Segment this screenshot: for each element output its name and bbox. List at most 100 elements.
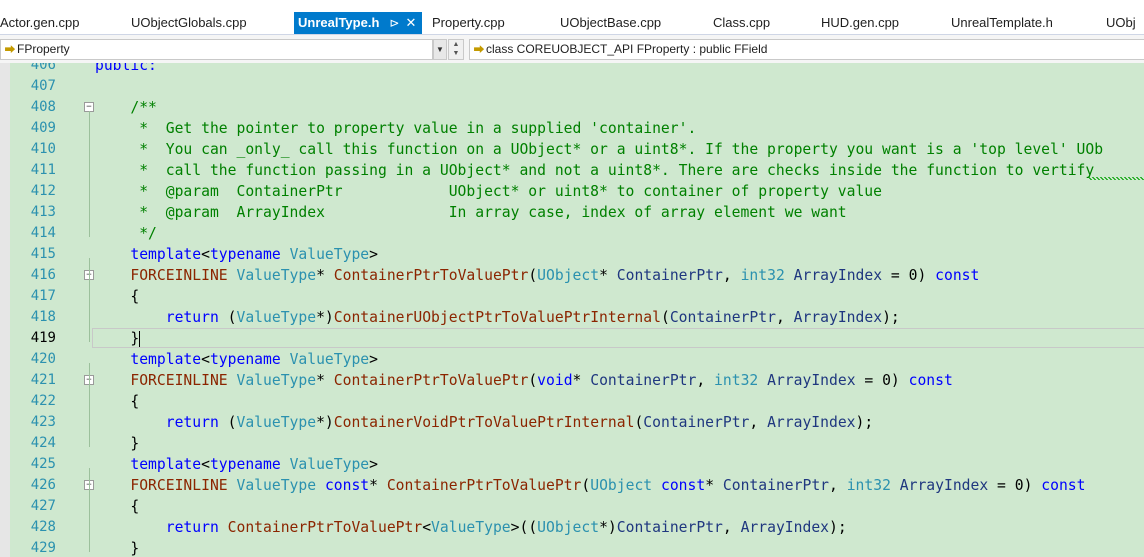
line-number: 419 xyxy=(30,330,56,346)
code-line[interactable]: 412 * @param ContainerPtr UObject* or ui… xyxy=(0,181,1144,202)
code-token: ArrayIndex xyxy=(767,414,856,431)
code-token: ( xyxy=(660,309,670,326)
code-line[interactable]: 420 template<typename ValueType> xyxy=(0,349,1144,370)
code-line[interactable]: 415 template<typename ValueType> xyxy=(0,244,1144,265)
split-spinner[interactable]: ▲ ▼ xyxy=(448,39,464,60)
code-token: > xyxy=(369,456,378,473)
code-token: ( xyxy=(218,414,237,431)
code-line[interactable]: 407 xyxy=(0,76,1144,97)
code-line[interactable]: 428 return ContainerPtrToValuePtr<ValueT… xyxy=(0,517,1144,538)
code-token: ContainerPtr xyxy=(643,414,750,431)
code-text: * You can _only_ call this function on a… xyxy=(95,139,1103,160)
code-token: UObject xyxy=(537,519,600,536)
code-token: * xyxy=(316,267,334,284)
scope-icon: ⮕ xyxy=(4,44,16,56)
code-token: */ xyxy=(95,225,157,242)
pin-icon[interactable]: ⊳ xyxy=(389,16,399,30)
code-token: } xyxy=(95,435,140,452)
tab-unrealtype-h[interactable]: UnrealType.h ⊳ ✕ xyxy=(294,12,423,34)
code-token: ContainerPtrToValuePtr xyxy=(386,477,582,494)
code-line[interactable]: 422 { xyxy=(0,391,1144,412)
code-line[interactable]: 429 } xyxy=(0,538,1144,557)
member-icon: ⮕ xyxy=(473,44,485,56)
tab-label: UnrealType.h xyxy=(298,15,380,30)
line-number: 421 xyxy=(30,372,56,388)
code-token: const xyxy=(935,267,980,284)
code-line[interactable]: 406 public: xyxy=(0,63,1144,76)
code-token: template xyxy=(130,351,202,368)
tab-uobjectbase-cpp[interactable]: UObjectBase.cpp xyxy=(560,12,661,34)
code-line[interactable]: 417 { xyxy=(0,286,1144,307)
spelling-squiggle xyxy=(1088,177,1144,180)
tab-property-cpp[interactable]: Property.cpp xyxy=(432,12,505,34)
code-token: ); xyxy=(855,414,874,431)
line-number: 411 xyxy=(30,162,56,178)
code-line[interactable]: 419 } xyxy=(0,328,1144,349)
code-token: FORCEINLINE xyxy=(130,372,228,389)
code-token: const xyxy=(1041,477,1086,494)
code-text: * @param ContainerPtr UObject* or uint8*… xyxy=(95,181,882,202)
line-number: 407 xyxy=(30,78,56,94)
tab-label: UObj xyxy=(1106,15,1136,30)
code-token: { xyxy=(95,498,140,515)
code-line[interactable]: 418 return (ValueType*)ContainerUObjectP… xyxy=(0,307,1144,328)
tab-label: HUD.gen.cpp xyxy=(821,15,900,30)
code-token: ValueType xyxy=(289,351,370,368)
code-token: FORCEINLINE xyxy=(130,267,228,284)
tab-class-cpp[interactable]: Class.cpp xyxy=(713,12,770,34)
code-token: public: xyxy=(95,63,157,74)
line-number: 409 xyxy=(30,120,56,136)
tab-actor-gen-cpp[interactable]: Actor.gen.cpp xyxy=(0,12,80,34)
code-line[interactable]: 410 * You can _only_ call this function … xyxy=(0,139,1144,160)
code-editor[interactable]: 406 public: 407 408− /** 409 * Get the point… xyxy=(0,63,1144,557)
code-line[interactable]: 409 * Get the pointer to property value … xyxy=(0,118,1144,139)
code-token: * Get the pointer to property value in a… xyxy=(95,120,697,137)
tab-hud-gen-cpp[interactable]: HUD.gen.cpp xyxy=(821,12,899,34)
tab-unrealtemplate-h[interactable]: UnrealTemplate.h xyxy=(951,12,1053,34)
code-token: ContainerVoidPtrToValuePtrInternal xyxy=(333,414,635,431)
code-line[interactable]: 413 * @param ArrayIndex In array case, i… xyxy=(0,202,1144,223)
code-text: * Get the pointer to property value in a… xyxy=(95,118,696,139)
code-line[interactable]: 411 * call the function passing in a UOb… xyxy=(0,160,1144,181)
code-text: return ContainerPtrToValuePtr<ValueType>… xyxy=(95,517,847,538)
code-token: UObject xyxy=(590,477,653,494)
code-line[interactable]: 426− FORCEINLINE ValueType const* Contai… xyxy=(0,475,1144,496)
code-token: * You can _only_ call this function on a… xyxy=(95,141,1104,158)
code-token: typename xyxy=(209,246,281,263)
scope-dropdown-arrow[interactable]: ▼ xyxy=(433,39,447,60)
code-text: } xyxy=(95,328,141,349)
code-line[interactable]: 425 template<typename ValueType> xyxy=(0,454,1144,475)
code-token: ArrayIndex xyxy=(793,267,883,284)
code-token: } xyxy=(95,330,140,347)
tab-label: Actor.gen.cpp xyxy=(0,15,80,30)
code-token: int32 xyxy=(846,477,891,494)
code-line[interactable]: 424 } xyxy=(0,433,1144,454)
code-token: } xyxy=(95,540,140,557)
code-line[interactable]: 408− /** xyxy=(0,97,1144,118)
member-dropdown[interactable]: ⮕ class COREUOBJECT_API FProperty : publi… xyxy=(469,39,1144,60)
code-line[interactable]: 421− FORCEINLINE ValueType* ContainerPtr… xyxy=(0,370,1144,391)
tab-uobj[interactable]: UObj xyxy=(1106,12,1136,34)
code-token: ContainerPtrToValuePtr xyxy=(333,372,529,389)
code-text: template<typename ValueType> xyxy=(95,349,378,370)
code-token: ValueType xyxy=(431,519,511,536)
code-token: ( xyxy=(218,309,237,326)
line-number: 406 xyxy=(30,63,56,73)
tab-uobjectglobals-cpp[interactable]: UObjectGlobals.cpp xyxy=(131,12,247,34)
close-icon[interactable]: ✕ xyxy=(405,15,416,30)
line-number: 428 xyxy=(30,519,56,535)
code-line[interactable]: 416− FORCEINLINE ValueType* ContainerPtr… xyxy=(0,265,1144,286)
code-token: return xyxy=(165,519,219,536)
code-token: ); xyxy=(829,519,847,536)
code-line[interactable]: 414 */ xyxy=(0,223,1144,244)
scope-dropdown[interactable]: ⮕ FProperty xyxy=(0,39,433,60)
code-line[interactable]: 423 return (ValueType*)ContainerVoidPtrT… xyxy=(0,412,1144,433)
code-line[interactable]: 427 { xyxy=(0,496,1144,517)
code-token: * xyxy=(316,372,334,389)
